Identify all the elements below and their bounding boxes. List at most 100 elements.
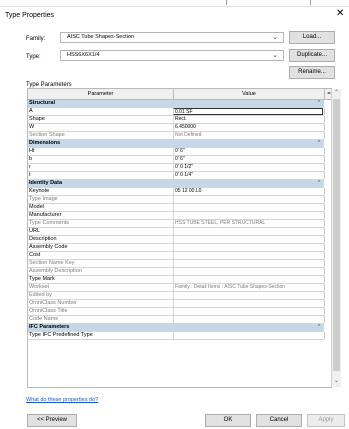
parameter-value[interactable]: 0' 0 1/2" <box>173 164 323 171</box>
group-header-row[interactable]: IFC Parameters ⌃ <box>28 324 324 332</box>
collapse-chevron-icon[interactable]: ⌃ <box>317 100 321 107</box>
parameter-value[interactable] <box>173 212 323 219</box>
group-header-row[interactable]: Dimensions ⌃ <box>28 140 324 148</box>
associate-parameter-box[interactable] <box>324 260 330 267</box>
associate-parameter-box[interactable] <box>324 308 330 315</box>
parameter-grid[interactable]: Parameter Value = Structural ⌃ A 0.01 SF Sha… <box>27 88 332 388</box>
associate-parameter-box[interactable] <box>324 108 330 115</box>
collapse-chevron-icon[interactable]: ⌃ <box>317 324 321 331</box>
parameter-value[interactable] <box>173 276 323 283</box>
parent-window-strip <box>0 0 349 7</box>
load-button[interactable]: Load... <box>289 31 335 44</box>
parameter-value[interactable]: 6.450000 <box>173 124 323 131</box>
parameter-row[interactable]: Workset Family : Detail Items : AISC Tube… <box>28 284 330 292</box>
parameter-row[interactable]: Keynote 05 12 00.L0 <box>28 188 330 196</box>
parameter-value-input[interactable]: 0.01 SF <box>173 108 323 115</box>
parameter-row[interactable]: Shape Rect. <box>28 116 330 124</box>
parameter-value[interactable]: 0' 6" <box>173 148 323 155</box>
associate-parameter-box[interactable] <box>324 220 330 227</box>
ok-button[interactable]: OK <box>205 414 251 427</box>
associate-parameter-box[interactable] <box>324 156 330 163</box>
associate-parameter-box[interactable] <box>324 276 330 283</box>
column-header-parameter[interactable]: Parameter <box>28 89 173 100</box>
parameter-row[interactable]: Type Mark <box>28 276 330 284</box>
parameter-value[interactable] <box>173 236 323 243</box>
associate-parameter-box[interactable] <box>324 204 330 211</box>
parameter-value[interactable]: 0' 6" <box>173 156 323 163</box>
group-header-row[interactable]: Structural ⌃ <box>28 100 324 108</box>
parameter-row[interactable]: t 0' 0 1/4" <box>28 172 330 180</box>
associate-parameter-box[interactable] <box>324 172 330 179</box>
parameter-name: Edited by <box>29 292 52 298</box>
parameter-row[interactable]: OmniClass Title <box>28 308 330 316</box>
parameter-row[interactable]: URL <box>28 228 330 236</box>
parameter-row[interactable]: Edited by <box>28 292 330 300</box>
vertical-scrollbar[interactable]: ⌃ ⌄ <box>331 89 341 387</box>
parameter-name: Description <box>29 236 57 242</box>
associate-parameter-box[interactable] <box>324 300 330 307</box>
parameter-row[interactable]: Manufacturer <box>28 212 330 220</box>
scroll-down-icon[interactable]: ⌄ <box>332 377 341 385</box>
column-header-value[interactable]: Value <box>173 89 324 100</box>
parameter-row[interactable]: Type Comments HSS TUBE STEEL, PER STRUCTU… <box>28 220 330 228</box>
parameter-row[interactable]: Model <box>28 204 330 212</box>
family-dropdown[interactable]: AISC Tube Shapes-Section ⌄ <box>60 32 284 43</box>
parameter-value[interactable] <box>173 244 323 251</box>
associate-parameter-box[interactable] <box>324 252 330 259</box>
associate-parameter-box[interactable] <box>324 196 330 203</box>
parameter-value[interactable]: 05 12 00.L0 <box>173 188 323 195</box>
parameter-value[interactable]: Rect. <box>173 116 323 123</box>
associate-parameter-box[interactable] <box>324 236 330 243</box>
apply-button[interactable]: Apply <box>307 414 345 427</box>
dialog-title: Type Properties <box>5 12 55 19</box>
group-header-row[interactable]: Identity Data ⌃ <box>28 180 324 188</box>
parameter-row[interactable]: Assembly Description <box>28 268 330 276</box>
collapse-chevron-icon[interactable]: ⌃ <box>317 180 321 187</box>
parameter-row[interactable]: Description <box>28 236 330 244</box>
associate-parameter-box[interactable] <box>324 124 330 131</box>
close-icon[interactable]: ✕ <box>336 9 344 19</box>
cancel-button[interactable]: Cancel <box>256 414 302 427</box>
parameter-row[interactable]: b 0' 6" <box>28 156 330 164</box>
type-dropdown[interactable]: HSS6X6X1/4 ⌄ <box>60 50 284 61</box>
parameter-value[interactable] <box>173 252 323 259</box>
associate-parameter-box[interactable] <box>324 164 330 171</box>
parameter-row[interactable]: Section Shape Not Defined <box>28 132 330 140</box>
associate-parameter-box[interactable] <box>324 148 330 155</box>
parameter-row[interactable]: Code Name <box>28 316 330 324</box>
parameter-name: OmniClass Number <box>29 300 77 306</box>
parameter-value[interactable]: 0' 0 1/4" <box>173 172 323 179</box>
parameter-row[interactable]: OmniClass Number <box>28 300 330 308</box>
parameter-row[interactable]: Section Name Key <box>28 260 330 268</box>
parameter-row[interactable]: W 6.450000 <box>28 124 330 132</box>
parameter-row[interactable]: Type Image <box>28 196 330 204</box>
associate-parameter-box[interactable] <box>324 268 330 275</box>
help-link[interactable]: What do these properties do? <box>26 397 98 403</box>
parameter-value[interactable] <box>173 228 323 235</box>
associate-parameter-box[interactable] <box>324 212 330 219</box>
associate-parameter-box[interactable] <box>324 132 330 139</box>
associate-parameter-box[interactable] <box>324 332 330 339</box>
parameter-row[interactable]: A 0.01 SF <box>28 108 330 116</box>
associate-parameter-box[interactable] <box>324 228 330 235</box>
scrollbar-thumb[interactable] <box>333 99 340 371</box>
parameter-value[interactable] <box>173 332 323 339</box>
parameter-row[interactable]: Assembly Code <box>28 244 330 252</box>
associate-parameter-box[interactable] <box>324 284 330 291</box>
parameter-row[interactable]: Ht 0' 6" <box>28 148 330 156</box>
parameter-row[interactable]: Type IFC Predefined Type <box>28 332 330 340</box>
associate-parameter-box[interactable] <box>324 292 330 299</box>
associate-parameter-box[interactable] <box>324 316 330 323</box>
duplicate-button[interactable]: Duplicate... <box>289 49 335 62</box>
collapse-chevron-icon[interactable]: ⌃ <box>317 140 321 147</box>
rename-button[interactable]: Rename... <box>289 66 335 79</box>
scroll-up-icon[interactable]: ⌃ <box>332 89 341 97</box>
associate-parameter-box[interactable] <box>324 244 330 251</box>
chevron-down-icon: ⌄ <box>272 34 278 41</box>
parameter-value[interactable] <box>173 204 323 211</box>
preview-button[interactable]: << Preview <box>27 414 77 427</box>
parameter-row[interactable]: Cost <box>28 252 330 260</box>
associate-parameter-box[interactable] <box>324 116 330 123</box>
associate-parameter-box[interactable] <box>324 188 330 195</box>
parameter-row[interactable]: r 0' 0 1/2" <box>28 164 330 172</box>
